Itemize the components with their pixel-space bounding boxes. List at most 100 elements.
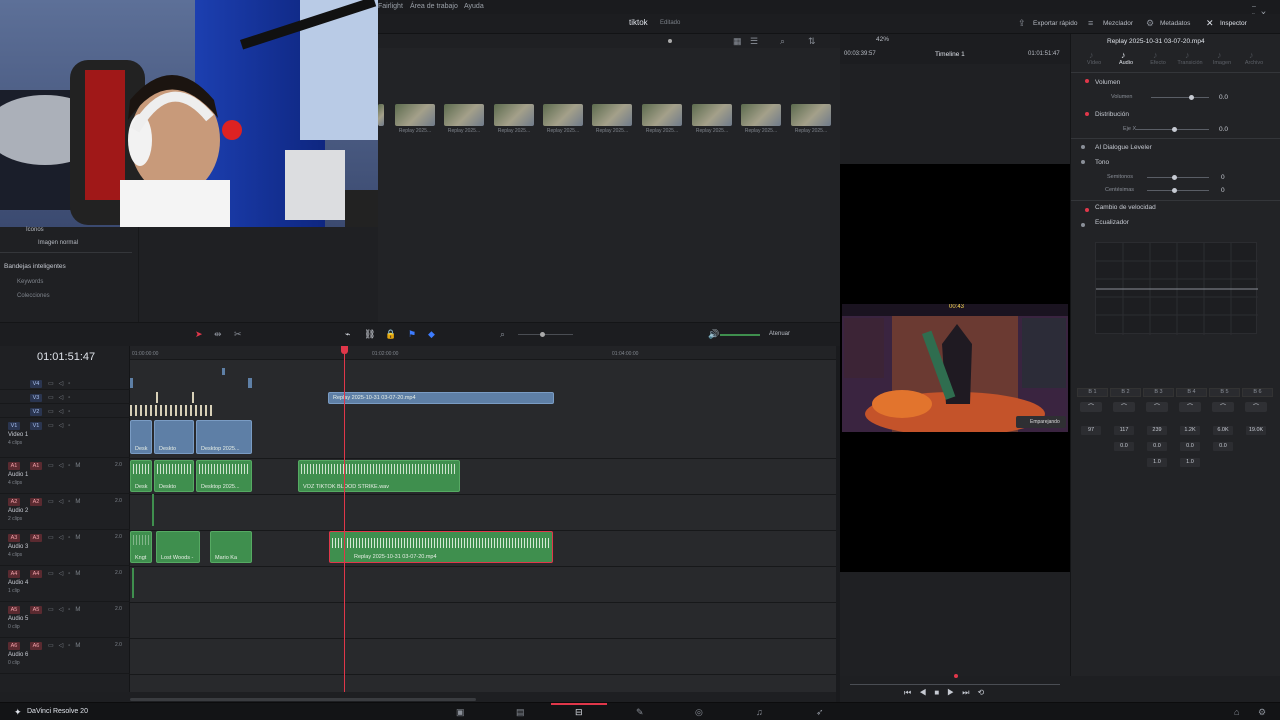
playhead[interactable] xyxy=(344,346,345,692)
track-header-a5[interactable]: A5 A5 ▭◁▫M 2.0 Audio 5 0 clip xyxy=(0,603,130,638)
eq-filter-type-2[interactable]: ⌒ xyxy=(1113,402,1135,412)
eq-freq-6[interactable]: 19.0K xyxy=(1246,426,1266,435)
track-tag[interactable]: A1 xyxy=(30,462,42,470)
deliver-page-icon[interactable]: ➶ xyxy=(816,707,824,717)
track-header-a3[interactable]: A3 A3 ▭◁▫M 2.0 Audio 3 4 clips xyxy=(0,531,130,566)
eq-gain-5[interactable]: 0.0 xyxy=(1213,442,1233,451)
media-thumbnail[interactable] xyxy=(378,104,384,126)
timeline-tracks[interactable]: 01:00:00:00 01:02:00:00 01:04:00:00 Repl… xyxy=(130,346,836,701)
eq-filter-type-3[interactable]: ⌒ xyxy=(1146,402,1168,412)
source-track-tag[interactable]: V1 xyxy=(8,422,20,430)
viewer-scrub-line[interactable] xyxy=(850,684,1060,685)
media-thumbnail[interactable] xyxy=(791,104,831,126)
speed-section[interactable]: Cambio de velocidad xyxy=(1095,204,1156,211)
track-tag[interactable]: A3 xyxy=(30,534,42,542)
media-thumbnail[interactable] xyxy=(741,104,781,126)
track-level[interactable]: 2.0 xyxy=(115,570,122,576)
zoom-slider[interactable] xyxy=(518,334,573,335)
eq-freq-5[interactable]: 6.0K xyxy=(1213,426,1233,435)
pitch-section[interactable]: Tono xyxy=(1095,159,1109,166)
smart-bins-header[interactable]: Bandejas inteligentes xyxy=(4,263,66,270)
inspector-tab-1[interactable]: Audio xyxy=(1111,60,1141,66)
track-header-v4[interactable]: V4 ▭◁▫ xyxy=(0,377,130,390)
settings-icon[interactable]: ⚙ xyxy=(1258,707,1266,717)
inspector-tab-2[interactable]: Efecto xyxy=(1143,60,1173,66)
fusion-page-icon[interactable]: ✎ xyxy=(636,707,644,717)
eq-filter-type-5[interactable]: ⌒ xyxy=(1212,402,1234,412)
eq-gain-2[interactable]: 0.0 xyxy=(1114,442,1134,451)
eq-band-6[interactable]: B 6 xyxy=(1242,388,1273,397)
clip-a3-c[interactable]: Mario Ka xyxy=(210,531,252,563)
clip-v4-small[interactable] xyxy=(248,378,252,388)
cents-knob[interactable] xyxy=(1172,188,1177,193)
eq-band-3[interactable]: B 3 xyxy=(1143,388,1174,397)
cents-value[interactable]: 0 xyxy=(1221,187,1225,194)
smart-bin-collections[interactable]: Colecciones xyxy=(17,293,50,299)
trim-tool-icon[interactable]: ⇹ xyxy=(214,329,222,339)
track-header-v1[interactable]: V1 V1 ▭◁▫ Video 1 4 clips xyxy=(0,419,130,458)
track-tag[interactable]: V4 xyxy=(30,380,42,388)
lock-icon[interactable]: 🔒 xyxy=(385,329,396,339)
menu-fairlight[interactable]: Fairlight xyxy=(378,3,403,10)
thumb-size-slider[interactable] xyxy=(668,39,672,43)
volume-slider[interactable] xyxy=(1151,97,1209,98)
track-level[interactable]: 2.0 xyxy=(115,642,122,648)
eq-band-2[interactable]: B 2 xyxy=(1110,388,1141,397)
timeline-timecode[interactable]: 01:01:51:47 xyxy=(37,351,95,363)
volume-knob[interactable] xyxy=(1189,95,1194,100)
marker-icon[interactable]: ◆ xyxy=(428,329,435,339)
snap-icon[interactable]: ⌁ xyxy=(345,329,350,339)
track-controls[interactable]: ▭◁▫M xyxy=(48,570,85,577)
monitor-level-slider[interactable] xyxy=(720,334,760,336)
track-controls[interactable]: ▭◁▫ xyxy=(48,408,75,415)
clip-v1-a[interactable]: Desk xyxy=(130,420,152,454)
clip-a3-a[interactable]: Kngt xyxy=(130,531,152,563)
eq-freq-2[interactable]: 117 xyxy=(1114,426,1134,435)
playhead-handle[interactable] xyxy=(341,346,348,354)
source-track-tag[interactable]: A2 xyxy=(8,498,20,506)
clip-v3-replay[interactable]: Replay 2025-10-31 03-07-20.mp4 xyxy=(328,392,554,404)
clip-a3-b[interactable]: Lost Woods - xyxy=(156,531,200,563)
viewer-playhead[interactable] xyxy=(954,674,958,678)
timeline-scrollbar[interactable] xyxy=(130,698,476,701)
media-thumbnail[interactable] xyxy=(592,104,632,126)
eq-freq-1[interactable]: 97 xyxy=(1081,426,1101,435)
track-tag[interactable]: V2 xyxy=(30,408,42,416)
track-controls[interactable]: ▭◁▫M xyxy=(48,534,85,541)
semitones-knob[interactable] xyxy=(1172,175,1177,180)
flag-icon[interactable]: ⚑ xyxy=(408,329,416,339)
clip-v3-small[interactable] xyxy=(156,392,158,403)
track-header-a2[interactable]: A2 A2 ▭◁▫M 2.0 Audio 2 2 clips xyxy=(0,495,130,530)
clip-a2-small[interactable] xyxy=(152,494,154,526)
track-tag[interactable]: A4 xyxy=(30,570,42,578)
clip-v4-small[interactable] xyxy=(222,368,225,375)
track-header-a4[interactable]: A4 A4 ▭◁▫M 2.0 Audio 4 1 clip xyxy=(0,567,130,602)
track-level[interactable]: 2.0 xyxy=(115,534,122,540)
inspector-tab-3[interactable]: Transición xyxy=(1175,60,1205,66)
media-thumbnail[interactable] xyxy=(444,104,484,126)
eq-freq-4[interactable]: 1.2K xyxy=(1180,426,1200,435)
bin-normal[interactable]: Imagen normal xyxy=(38,240,78,246)
eq-band-5[interactable]: B 5 xyxy=(1209,388,1240,397)
clip-a1-b[interactable]: Deskto xyxy=(154,460,194,492)
clip-a1-c[interactable]: Desktop 2025... xyxy=(196,460,252,492)
cut-page-icon[interactable]: ▤ xyxy=(516,707,525,717)
media-thumbnail[interactable] xyxy=(642,104,682,126)
speaker-icon[interactable]: 🔊 xyxy=(708,329,719,339)
source-track-tag[interactable]: A6 xyxy=(8,642,20,650)
color-page-icon[interactable]: ◎ xyxy=(695,707,703,717)
home-icon[interactable]: ⌂ xyxy=(1234,707,1239,717)
smart-bin-keywords[interactable]: Keywords xyxy=(17,279,43,285)
track-controls[interactable]: ▭◁▫ xyxy=(48,394,75,401)
volume-value[interactable]: 0.0 xyxy=(1219,94,1228,101)
eq-gain-3[interactable]: 0.0 xyxy=(1147,442,1167,451)
select-tool-icon[interactable]: ➤ xyxy=(195,329,203,339)
search-icon[interactable]: ⌕ xyxy=(780,36,785,46)
track-controls[interactable]: ▭◁▫M xyxy=(48,642,85,649)
menu-workspace[interactable]: Área de trabajo xyxy=(410,3,458,10)
eq-filter-type-1[interactable]: ⌒ xyxy=(1080,402,1102,412)
timeline-name[interactable]: Timeline 1 xyxy=(935,51,965,58)
eq-graph[interactable] xyxy=(1095,242,1258,335)
clip-v4-small[interactable] xyxy=(130,378,133,388)
source-track-tag[interactable]: A5 xyxy=(8,606,20,614)
